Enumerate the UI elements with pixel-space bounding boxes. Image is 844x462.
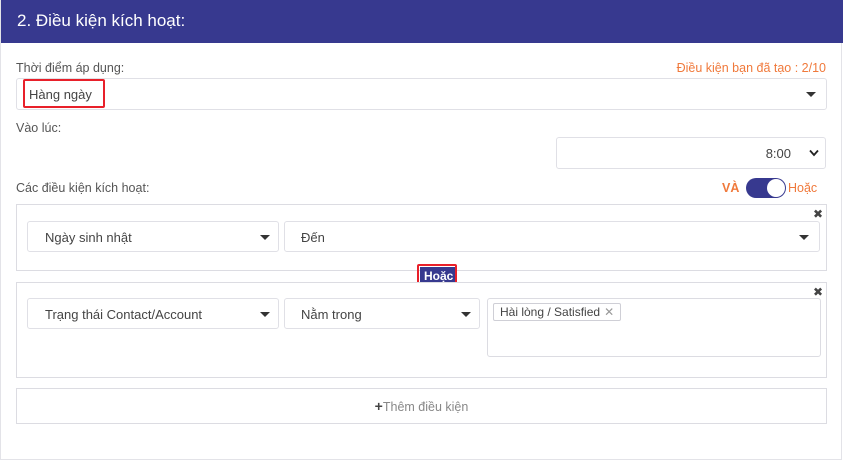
field-value: Trạng thái Contact/Account xyxy=(45,307,203,322)
and-label: VÀ xyxy=(722,181,740,195)
condition-group-1: ✖ Ngày sinh nhật Đến xyxy=(16,204,827,271)
chevron-down-icon xyxy=(260,235,270,240)
operator-select[interactable]: Nằm trong xyxy=(284,298,480,329)
field-select[interactable]: Trạng thái Contact/Account xyxy=(27,298,279,329)
operator-value: Nằm trong xyxy=(301,307,362,322)
add-condition-button[interactable]: +Thêm điều kiện xyxy=(16,388,827,424)
field-select[interactable]: Ngày sinh nhật xyxy=(27,221,279,252)
condition-group-2: ✖ Trạng thái Contact/Account Nằm trong H… xyxy=(16,282,827,378)
or-label: Hoặc xyxy=(788,181,818,195)
remove-tag-icon[interactable]: ✕ xyxy=(604,305,614,319)
operator-value: Đến xyxy=(301,230,325,245)
highlight-box xyxy=(23,79,105,108)
close-icon[interactable]: ✖ xyxy=(813,285,823,299)
toggle-knob xyxy=(767,179,785,197)
operator-select[interactable]: Đến xyxy=(284,221,820,252)
chevron-down-icon xyxy=(806,92,816,97)
time-value: 8:00 xyxy=(765,146,791,161)
and-or-toggle[interactable] xyxy=(746,178,786,198)
at-time-label: Vào lúc: xyxy=(16,121,62,135)
conditions-label: Các điều kiện kích hoạt: xyxy=(16,181,150,195)
value-tag-label: Hài lòng / Satisfied xyxy=(500,305,601,319)
field-value: Ngày sinh nhật xyxy=(45,230,132,245)
plus-icon: + xyxy=(374,398,383,414)
chevron-down-icon xyxy=(260,312,270,317)
section-header: 2. Điều kiện kích hoạt: xyxy=(1,0,843,43)
time-select[interactable]: 8:00 xyxy=(556,137,826,169)
add-condition-label: Thêm điều kiện xyxy=(382,400,469,414)
values-multiselect[interactable]: Hài lòng / Satisfied ✕ xyxy=(487,298,821,357)
apply-time-select[interactable]: Hàng ngày xyxy=(16,78,827,110)
chevron-down-icon xyxy=(799,235,809,240)
chevron-down-icon xyxy=(461,312,471,317)
chevron-down-icon xyxy=(809,149,819,157)
condition-counter: Điều kiện bạn đã tạo : 2/10 xyxy=(676,61,826,75)
section-title: 2. Điều kiện kích hoạt: xyxy=(17,11,186,30)
close-icon[interactable]: ✖ xyxy=(813,207,823,221)
value-tag: Hài lòng / Satisfied ✕ xyxy=(493,303,622,321)
apply-time-label: Thời điểm áp dụng: xyxy=(16,61,125,75)
